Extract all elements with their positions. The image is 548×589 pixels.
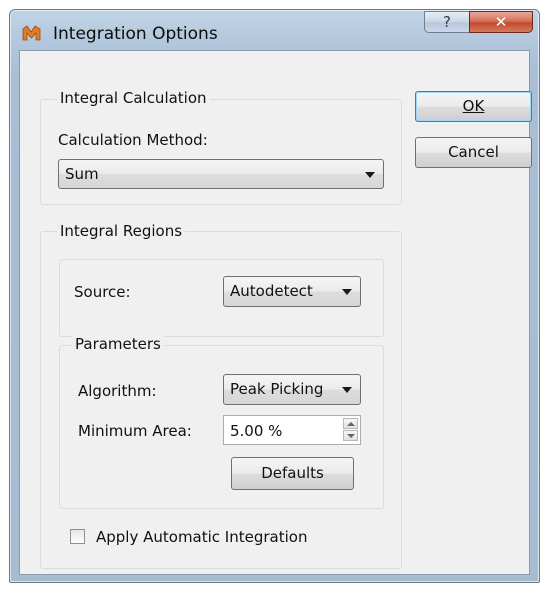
calculation-method-label: Calculation Method: xyxy=(58,131,208,149)
apply-automatic-integration-checkbox[interactable] xyxy=(70,529,85,544)
source-dropdown[interactable]: Autodetect xyxy=(223,276,361,307)
apply-automatic-integration-label[interactable]: Apply Automatic Integration xyxy=(96,528,307,546)
app-logo-icon xyxy=(22,25,41,41)
help-button[interactable]: ? xyxy=(424,11,470,33)
parameters-label: Parameters xyxy=(72,335,164,353)
defaults-button-label: Defaults xyxy=(261,464,324,482)
integral-regions-label: Integral Regions xyxy=(57,222,186,240)
cancel-button[interactable]: Cancel xyxy=(415,137,532,168)
dialog-body: Integral Calculation Calculation Method:… xyxy=(19,50,532,575)
minimum-area-spinbox[interactable]: 5.00 % xyxy=(223,415,361,445)
integration-options-dialog: Integration Options ? ✕ Integral Calcula… xyxy=(9,9,540,583)
chevron-down-icon xyxy=(342,387,352,393)
chevron-down-icon xyxy=(365,172,375,178)
ok-button[interactable]: OK xyxy=(415,91,532,122)
minimum-area-label: Minimum Area: xyxy=(78,422,192,440)
algorithm-dropdown[interactable]: Peak Picking xyxy=(223,374,361,405)
integral-calculation-label: Integral Calculation xyxy=(57,89,210,107)
minimum-area-value: 5.00 % xyxy=(230,422,283,440)
source-label: Source: xyxy=(74,283,131,301)
defaults-button[interactable]: Defaults xyxy=(231,457,354,490)
source-value: Autodetect xyxy=(230,282,313,300)
calculation-method-dropdown[interactable]: Sum xyxy=(58,159,384,189)
title-bar[interactable]: Integration Options ? ✕ xyxy=(10,10,539,50)
spin-down-icon[interactable] xyxy=(343,430,358,441)
calculation-method-value: Sum xyxy=(65,165,99,183)
window-title: Integration Options xyxy=(53,24,218,44)
ok-button-label: OK xyxy=(462,97,485,115)
integral-calculation-group xyxy=(40,99,402,205)
chevron-down-icon xyxy=(342,289,352,295)
algorithm-label: Algorithm: xyxy=(78,382,157,400)
close-button[interactable]: ✕ xyxy=(469,11,533,33)
cancel-button-label: Cancel xyxy=(448,143,499,161)
spin-up-icon[interactable] xyxy=(343,418,358,429)
algorithm-value: Peak Picking xyxy=(230,380,324,398)
